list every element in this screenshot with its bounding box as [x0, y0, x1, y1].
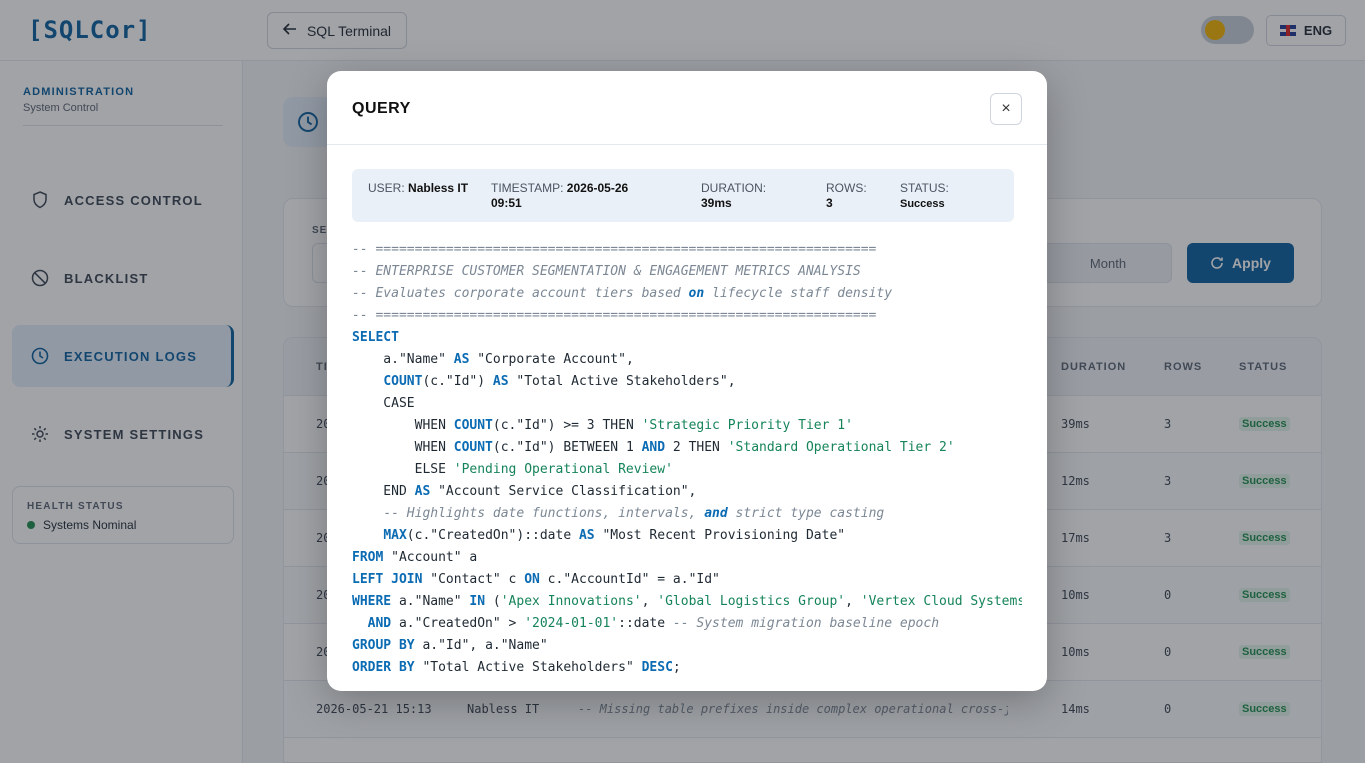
sql-line: END AS "Account Service Classification", [352, 484, 697, 499]
modal-header: QUERY × [327, 71, 1047, 145]
sql-line: -- =====================================… [352, 242, 877, 257]
meta-user: USER: Nabless IT [368, 181, 478, 196]
sql-line: CASE [352, 396, 415, 411]
sql-code-block[interactable]: -- =====================================… [352, 239, 1022, 691]
sql-line: -- =====================================… [352, 308, 877, 323]
sql-line: -- ENTERPRISE CUSTOMER SEGMENTATION & EN… [352, 264, 861, 279]
meta-rows-label: ROWS: [826, 181, 867, 195]
query-meta-panel: USER: Nabless IT TIMESTAMP: 2026-05-26 0… [352, 169, 1014, 222]
close-button[interactable]: × [990, 93, 1022, 125]
sql-line: AND a."CreatedOn" > '2024-01-01'::date -… [367, 616, 940, 631]
sql-line: WHERE a."Name" IN ('Apex Innovations', '… [352, 594, 1022, 609]
sql-line: GROUP BY a."Id", a."Name" [352, 638, 548, 653]
meta-rows-value: 3 [826, 196, 833, 210]
meta-status-value: Success [900, 198, 945, 210]
sql-line: WHEN COUNT(c."Id") >= 3 THEN 'Strategic … [352, 418, 853, 433]
meta-rows: ROWS: 3 [826, 181, 886, 211]
meta-user-value: Nabless IT [408, 181, 469, 195]
sql-line: FROM "Account" a [352, 550, 478, 565]
sql-line: ELSE 'Pending Operational Review' [352, 462, 673, 477]
meta-user-label: USER: [368, 181, 405, 195]
close-icon: × [1001, 100, 1011, 117]
sql-line: SELECT [352, 330, 399, 345]
meta-duration-label: DURATION: [701, 181, 767, 195]
sql-line: a."Name" AS "Corporate Account", [352, 352, 634, 367]
meta-timestamp-label: TIMESTAMP: [491, 181, 564, 195]
meta-status-label: STATUS: [900, 181, 949, 195]
query-modal: QUERY × USER: Nabless IT TIMESTAMP: 2026… [327, 71, 1047, 691]
meta-status: STATUS: Success [900, 181, 990, 212]
meta-timestamp: TIMESTAMP: 2026-05-26 09:51 [491, 181, 661, 211]
modal-title: QUERY [352, 100, 411, 117]
sql-line: MAX(c."CreatedOn")::date AS "Most Recent… [383, 528, 846, 543]
sql-line: ORDER BY "Total Active Stakeholders" DES… [352, 660, 681, 675]
meta-duration: DURATION: 39ms [701, 181, 791, 211]
sql-line: -- Highlights date functions, intervals,… [383, 506, 885, 521]
meta-duration-value: 39ms [701, 196, 732, 210]
sql-line: -- Evaluates corporate account tiers bas… [352, 286, 893, 301]
sql-line: COUNT(c."Id") AS "Total Active Stakehold… [383, 374, 736, 389]
sql-line: LEFT JOIN "Contact" c ON c."AccountId" =… [352, 572, 720, 587]
sql-line: WHEN COUNT(c."Id") BETWEEN 1 AND 2 THEN … [352, 440, 955, 455]
